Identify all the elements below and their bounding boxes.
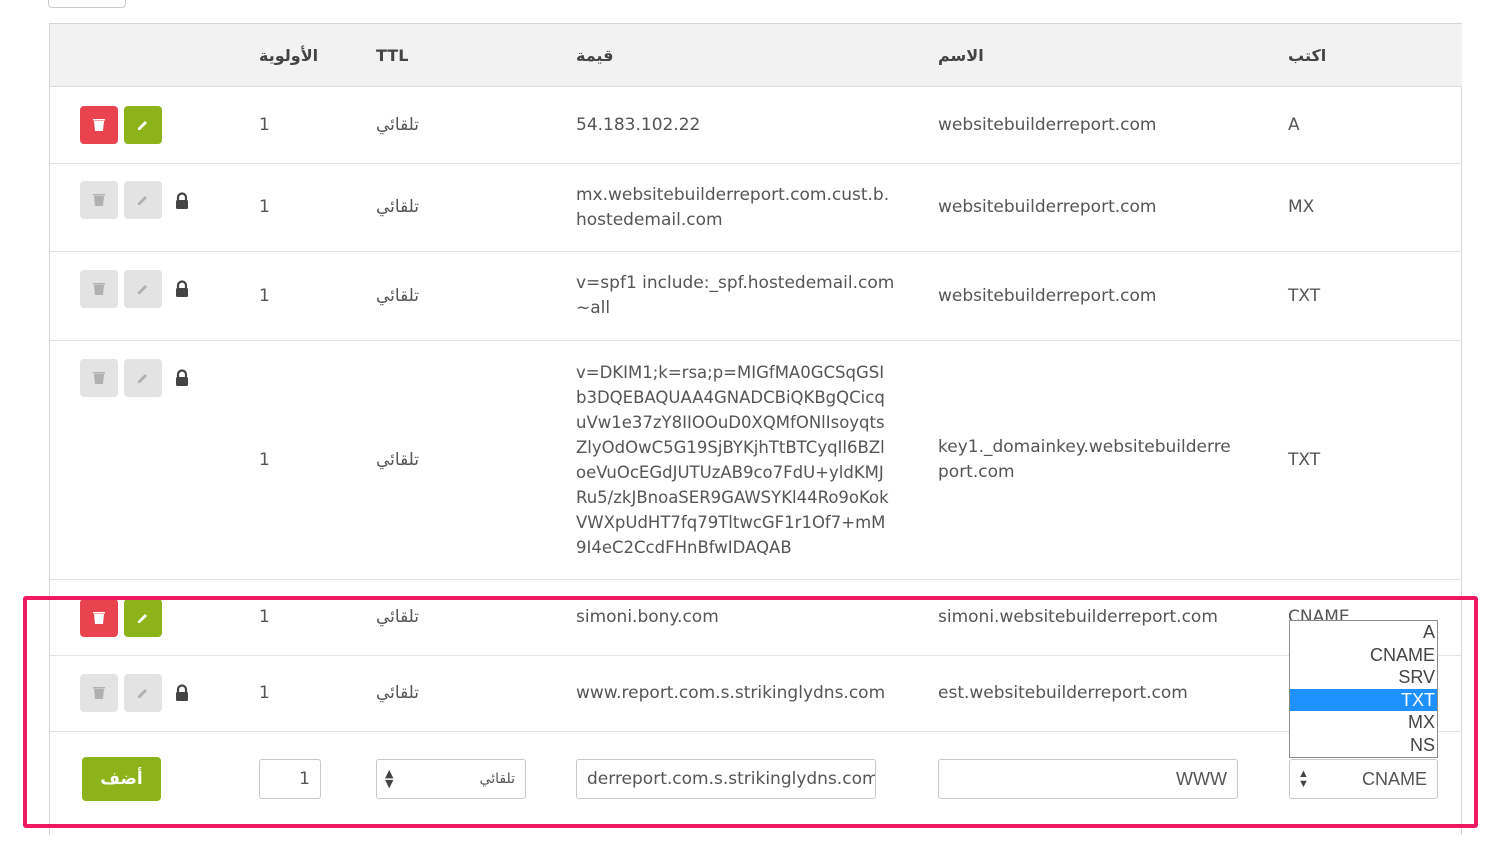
record-type: A (1288, 115, 1300, 135)
record-name: websitebuilderreport.com (938, 197, 1157, 217)
lock-icon (176, 369, 188, 386)
header-priority: الأولوية (259, 46, 319, 65)
delete-button-disabled (80, 270, 118, 308)
edit-button-disabled (124, 181, 162, 219)
record-name: key1._domainkey.websitebuilderreport.com (938, 437, 1231, 482)
lock-icon (176, 280, 188, 297)
header-name: الاسم (938, 46, 984, 65)
record-priority: 1 (259, 197, 270, 217)
top-button-partial[interactable] (48, 0, 126, 8)
delete-button-disabled (80, 181, 118, 219)
trash-icon (93, 119, 105, 131)
header-ttl: TTL (376, 46, 409, 65)
record-priority: 1 (259, 115, 270, 135)
trash-icon (93, 194, 105, 206)
header-type: اكتب (1288, 46, 1327, 65)
edit-button-disabled (124, 270, 162, 308)
pencil-icon (138, 121, 147, 130)
record-value: v=DKIM1;k=rsa;p=MIGfMA0GCSqGSIb3DQEBAQUA… (576, 363, 889, 557)
record-ttl: تلقائي (376, 286, 420, 306)
delete-button-disabled (80, 359, 118, 397)
record-value: mx.websitebuilderreport.com.cust.b.hoste… (576, 185, 890, 230)
trash-icon (93, 372, 105, 384)
pencil-icon (138, 374, 147, 383)
record-value: 54.183.102.22 (576, 115, 701, 135)
record-priority: 1 (259, 286, 270, 306)
record-value: v=spf1 include:_spf.hostedemail.com ~all (576, 273, 895, 318)
record-ttl: تلقائي (376, 115, 420, 135)
lock-icon (176, 192, 188, 209)
trash-icon (93, 283, 105, 295)
pencil-icon (138, 285, 147, 294)
record-type: MX (1288, 197, 1315, 217)
edit-button[interactable] (124, 106, 162, 144)
edit-button-disabled (124, 359, 162, 397)
delete-button[interactable] (80, 106, 118, 144)
record-ttl: تلقائي (376, 450, 420, 470)
record-priority: 1 (259, 450, 270, 470)
record-name: websitebuilderreport.com (938, 286, 1157, 306)
pencil-icon (138, 196, 147, 205)
record-type: TXT (1288, 450, 1321, 470)
record-name: websitebuilderreport.com (938, 115, 1157, 135)
record-ttl: تلقائي (376, 197, 420, 217)
highlight-annotation-box (23, 596, 1478, 828)
record-type: TXT (1288, 286, 1321, 306)
header-value: قيمة (576, 46, 614, 65)
